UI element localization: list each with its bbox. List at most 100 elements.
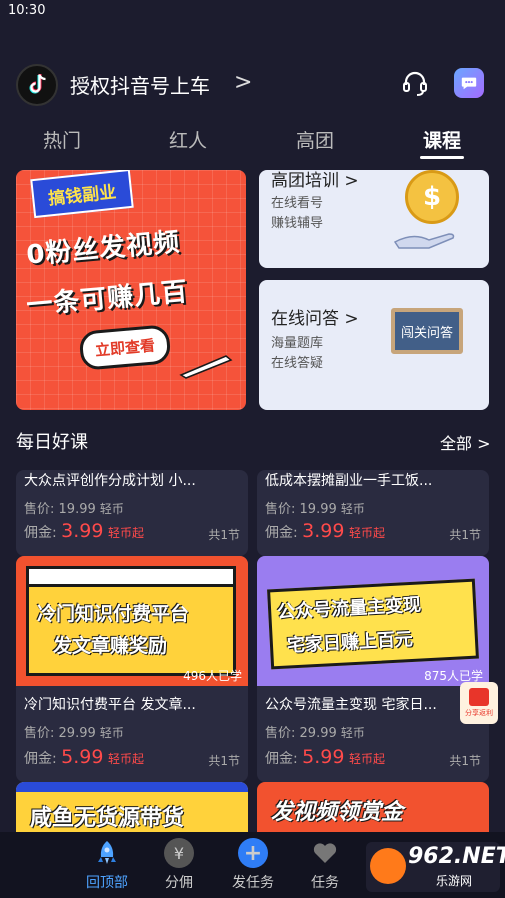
group-training-card[interactable]: 高团培训 > 在线看号 赚钱辅导 $ (259, 170, 489, 268)
thumb-panel: 冷门知识付费平台 发文章赚奖励 (26, 566, 236, 676)
share-rebate-label: 分享返利 (465, 709, 493, 717)
price-unit: 轻币 (340, 502, 365, 516)
course-card[interactable]: 公众号流量主变现 宅家日赚上百元 875人已学 公众号流量主变现 宅家日... … (257, 556, 489, 782)
course-price: 售价: 29.99 轻币 (265, 722, 365, 741)
commission-label: 佣金: (265, 525, 298, 541)
price-unit: 轻币 (99, 726, 124, 740)
commission-value: 5.99 (61, 746, 104, 768)
course-title: 冷门知识付费平台 发文章... (24, 697, 196, 713)
banner-headline-1: 0粉丝发视频 (25, 227, 182, 271)
online-qa-card[interactable]: 在线问答 > 海量题库 在线答疑 闯关问答 (259, 280, 489, 410)
online-qa-title: 在线问答 > (271, 309, 359, 329)
headset-icon[interactable] (400, 68, 430, 98)
course-title: 低成本摆摊副业一手工饭... (265, 473, 433, 489)
thumb-window-bar (29, 569, 233, 587)
course-card[interactable]: 发视频领赏金 (257, 782, 489, 832)
thumb-line-1: 咸鱼无货源带货 (30, 806, 185, 831)
watermark-num: 962.NET (408, 844, 505, 869)
share-rebate-button[interactable]: 分享返利 (460, 682, 498, 724)
course-price: 售价: 29.99 轻币 (24, 722, 124, 741)
tab-back-to-top[interactable]: 回顶部 (72, 838, 142, 892)
hand-icon (393, 233, 455, 249)
commission-value: 3.99 (302, 520, 345, 542)
course-commission: 佣金: 5.99 轻币起 (265, 746, 385, 768)
message-icon[interactable] (454, 68, 484, 98)
price-value: 19.99 (299, 502, 337, 517)
commission-label: 佣金: (24, 525, 57, 541)
price-unit: 轻币 (340, 726, 365, 740)
course-title: 公众号流量主变现 宅家日... (265, 697, 437, 713)
quiz-board: 闯关问答 (391, 308, 463, 354)
chevron-right-icon[interactable]: > (234, 70, 252, 95)
price-value: 29.99 (58, 726, 96, 741)
course-commission: 佣金: 3.99 轻币起 (265, 520, 385, 542)
tiktok-logo-icon (29, 74, 46, 94)
tab-label: 回顶部 (86, 875, 128, 891)
commission-value: 5.99 (302, 746, 345, 768)
course-price: 售价: 19.99 轻币 (265, 498, 365, 517)
thumb-line-1: 公众号流量主变现 (276, 594, 422, 623)
yen-icon: ¥ (164, 838, 194, 868)
online-qa-line-1: 海量题库 (271, 336, 324, 351)
commission-unit: 轻币起 (107, 752, 144, 766)
thumb-panel: 公众号流量主变现 宅家日赚上百元 (267, 578, 479, 670)
tab-influencer[interactable]: 红人 (148, 126, 228, 153)
course-commission: 佣金: 5.99 轻币起 (24, 746, 144, 768)
heart-icon (310, 838, 340, 868)
tiktok-avatar[interactable] (16, 64, 58, 106)
tab-label: 任务 (311, 875, 339, 891)
thumb-line-2: 宅家日赚上百元 (286, 628, 414, 657)
top-tabs: 热门 红人 高团 课程 (0, 118, 505, 162)
price-label: 售价: (265, 726, 296, 741)
tab-label: 发任务 (232, 875, 274, 891)
course-thumbnail: 冷门知识付费平台 发文章赚奖励 496人已学 (16, 556, 248, 686)
banner-view-button[interactable]: 立即查看 (78, 324, 172, 371)
course-thumbnail: 公众号流量主变现 宅家日赚上百元 875人已学 (257, 556, 489, 686)
course-card[interactable]: 低成本摆摊副业一手工饭... 售价: 19.99 轻币 佣金: 3.99 轻币起… (257, 470, 489, 556)
course-section-count: 共1节 (208, 754, 240, 768)
price-value: 29.99 (299, 726, 337, 741)
section-title: 每日好课 (16, 432, 88, 453)
banner-headline-2: 一条可赚几百 (25, 276, 190, 321)
commission-label: 佣金: (265, 751, 298, 767)
course-card[interactable]: 大众点评创作分成计划 小... 售价: 19.99 轻币 佣金: 3.99 轻币… (16, 470, 248, 556)
course-card[interactable]: 咸鱼无货源带货 (16, 782, 248, 832)
commission-label: 佣金: (24, 751, 57, 767)
thumb-window-bar (16, 782, 248, 792)
course-card[interactable]: 冷门知识付费平台 发文章赚奖励 496人已学 冷门知识付费平台 发文章... 售… (16, 556, 248, 782)
tab-label: 分佣 (165, 875, 193, 891)
price-value: 19.99 (58, 502, 96, 517)
view-all-link[interactable]: 全部 > (440, 430, 491, 454)
tab-publish-task[interactable]: + 发任务 (218, 838, 288, 892)
course-section-count: 共1节 (208, 528, 240, 542)
commission-unit: 轻币起 (348, 526, 385, 540)
commission-unit: 轻币起 (107, 526, 144, 540)
tab-hot[interactable]: 热门 (22, 126, 102, 153)
online-qa-line-2: 在线答疑 (271, 356, 324, 371)
red-envelope-icon (469, 688, 489, 706)
dollar-coin-icon: $ (405, 170, 459, 224)
tab-tasks[interactable]: 任务 (290, 838, 360, 892)
promo-banner[interactable]: 搞钱副业 0粉丝发视频 一条可赚几百 立即查看 (16, 170, 246, 410)
price-unit: 轻币 (99, 502, 124, 516)
price-label: 售价: (24, 726, 55, 741)
course-commission: 佣金: 3.99 轻币起 (24, 520, 144, 542)
active-tab-indicator (420, 156, 464, 159)
commission-unit: 轻币起 (348, 752, 385, 766)
commission-value: 3.99 (61, 520, 104, 542)
group-training-line-1: 在线看号 (271, 196, 324, 211)
tab-commission[interactable]: ¥ 分佣 (144, 838, 214, 892)
chat-bubble-icon (461, 77, 477, 90)
status-bar: 10:30 (0, 0, 505, 22)
rocket-icon (92, 838, 122, 868)
tab-group[interactable]: 高团 (275, 126, 355, 153)
price-label: 售价: (265, 502, 296, 517)
account-title[interactable]: 授权抖音号上车 (70, 70, 210, 99)
site-watermark: 962.NET 乐游网 (366, 842, 505, 892)
thumb-line-1: 发视频领赏金 (271, 800, 404, 825)
banner-tag: 搞钱副业 (30, 170, 134, 219)
course-section-count: 共1节 (449, 528, 481, 542)
price-label: 售价: (24, 502, 55, 517)
tab-courses[interactable]: 课程 (402, 126, 482, 153)
thumb-line-2: 发文章赚奖励 (53, 635, 168, 657)
